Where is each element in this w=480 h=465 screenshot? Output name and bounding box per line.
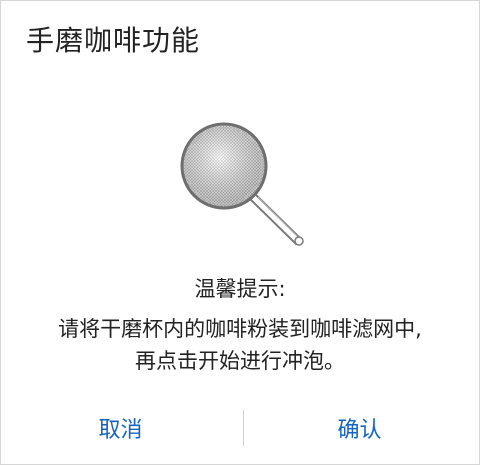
coffee-strainer-icon [177,119,309,249]
dialog-actions: 取消 确认 [1,401,479,461]
dialog-title: 手磨咖啡功能 [26,24,201,57]
cancel-button[interactable]: 取消 [1,401,240,461]
confirm-button[interactable]: 确认 [240,401,479,461]
tip-line: 再点击开始进行冲泡。 [135,349,345,373]
tip-message: 请将干磨杯内的咖啡粉装到咖啡滤网中, 再点击开始进行冲泡。 [1,313,479,377]
tip-line: 请将干磨杯内的咖啡粉装到咖啡滤网中, [58,317,422,341]
tip-heading: 温馨提示: [194,277,286,301]
dialog: 手磨咖啡功能 温馨提示: 请将干磨杯内的咖啡粉装到咖啡滤网中, 再点击开始进行冲… [0,0,480,465]
